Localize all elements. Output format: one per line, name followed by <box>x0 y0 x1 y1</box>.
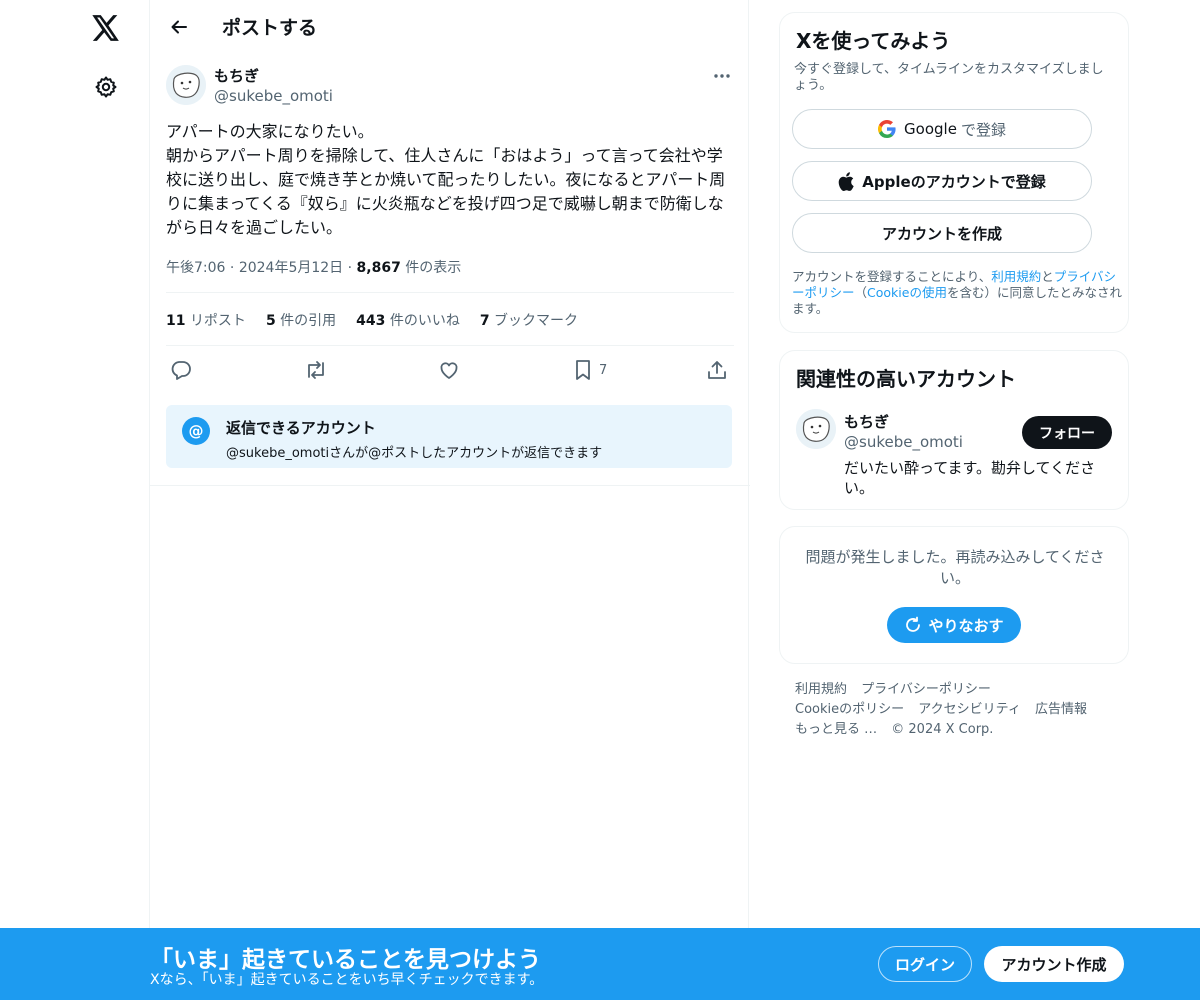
page-title: ポストする <box>222 17 318 39</box>
cookie-link[interactable]: Cookieの使用 <box>867 285 947 300</box>
bottom-bar-subtitle: Xなら、「いま」起きていることをいち早くチェックできます。 <box>150 972 544 988</box>
footer-ads-link[interactable]: 広告情報 <box>1035 702 1087 717</box>
follow-button[interactable]: フォロー <box>1022 416 1112 449</box>
footer-terms-link[interactable]: 利用規約 <box>795 682 847 697</box>
signup-card-subtitle: 今すぐ登録して、タイムラインをカスタマイズしましょう。 <box>794 62 1104 93</box>
arrow-left-icon <box>171 20 187 34</box>
reply-restriction-title: 返信できるアカウント <box>226 419 376 437</box>
terms-link[interactable]: 利用規約 <box>991 269 1041 284</box>
post-stats: 11 リポスト 5 件の引用 443 件のいいね 7 ブックマーク <box>166 310 578 330</box>
repost-icon <box>308 361 324 379</box>
reply-restriction-description: @sukebe_omotiさんが@ポストしたアカウントが返信できます <box>226 446 603 461</box>
reply-icon <box>171 361 191 380</box>
post-text: アパートの大家になりたい。 朝からアパート周りを掃除して、住人さんに「おはよう」… <box>166 122 726 237</box>
heart-icon <box>440 362 458 379</box>
bookmarks-stat[interactable]: 7 ブックマーク <box>480 310 578 330</box>
main-column: ポストする もちぎ @sukebe_omoti アパートの大家になりたい。 朝か… <box>149 0 750 1000</box>
error-message: 問題が発生しました。再読み込みしてください。 <box>805 548 1105 587</box>
apple-signup-button[interactable]: Appleのアカウントで登録 <box>792 161 1092 201</box>
copyright: © 2024 X Corp. <box>891 722 994 737</box>
post-time[interactable]: 午後7:06 <box>166 260 225 276</box>
apple-icon <box>838 171 854 191</box>
page-header: ポストする <box>150 0 750 53</box>
share-icon <box>708 361 726 379</box>
post-meta: 午後7:06 · 2024年5月12日 · 8,867 件の表示 <box>166 260 462 276</box>
author-name[interactable]: もちぎ <box>214 65 259 86</box>
quotes-stat[interactable]: 5 件の引用 <box>266 310 336 330</box>
signup-legal-text: アカウントを登録することにより、利用規約とプライバシーポリシー（Cookieの使… <box>792 269 1122 316</box>
x-logo-icon[interactable] <box>86 8 126 48</box>
divider <box>166 345 734 346</box>
divider <box>166 292 734 293</box>
views-label: 件の表示 <box>405 260 462 276</box>
author-handle[interactable]: @sukebe_omoti <box>214 87 333 105</box>
gear-icon[interactable] <box>86 67 126 107</box>
avatar[interactable] <box>166 65 206 105</box>
footer-accessibility-link[interactable]: アクセシビリティ <box>918 702 1021 717</box>
left-nav <box>0 0 150 1000</box>
retry-button[interactable]: やりなおす <box>887 607 1021 643</box>
related-account-handle[interactable]: @sukebe_omoti <box>844 433 963 451</box>
footer-privacy-link[interactable]: プライバシーポリシー <box>861 682 991 697</box>
related-account-bio: だいたい酔ってます。勘弁してください。 <box>844 459 1096 497</box>
back-button[interactable] <box>162 10 196 44</box>
views-count: 8,867 <box>356 260 401 276</box>
google-suffix-label: で登録 <box>960 120 1006 139</box>
share-button[interactable] <box>706 356 728 384</box>
bottom-signup-bar: 「いま」起きていることを見つけよう Xなら、「いま」起きていることをいち早くチェ… <box>0 928 1200 1000</box>
reply-restriction-notice: @ 返信できるアカウント @sukebe_omotiさんが@ポストしたアカウント… <box>166 405 732 468</box>
avatar[interactable] <box>796 409 836 449</box>
post-date[interactable]: 2024年5月12日 <box>239 260 343 276</box>
reposts-stat[interactable]: 11 リポスト <box>166 310 246 330</box>
footer-links: 利用規約 プライバシーポリシー Cookieのポリシー アクセシビリティ 広告情… <box>795 680 1115 740</box>
apple-signup-label: Appleのアカウントで登録 <box>862 172 1046 191</box>
footer-cookie-link[interactable]: Cookieのポリシー <box>795 702 904 717</box>
related-accounts-title: 関連性の高いアカウント <box>796 367 1016 391</box>
more-options-button[interactable] <box>708 64 736 88</box>
create-account-button[interactable]: アカウントを作成 <box>792 213 1092 253</box>
repost-button[interactable] <box>304 356 328 384</box>
signup-card-title: Xを使ってみよう <box>796 29 951 53</box>
retry-label: やりなおす <box>928 616 1004 635</box>
signup-card: Xを使ってみよう 今すぐ登録して、タイムラインをカスタマイズしましょう。 Goo… <box>779 12 1129 333</box>
more-icon <box>714 74 730 78</box>
bookmark-count: 7 <box>599 362 608 378</box>
divider <box>150 485 750 486</box>
bookmark-icon <box>576 360 590 380</box>
at-icon: @ <box>182 417 210 445</box>
signup-button[interactable]: アカウント作成 <box>984 946 1124 982</box>
google-brand-label: Google <box>904 120 957 138</box>
reply-button[interactable] <box>170 356 192 384</box>
error-card: 問題が発生しました。再読み込みしてください。 やりなおす <box>779 526 1129 664</box>
bookmark-button[interactable]: 7 <box>573 356 607 384</box>
related-accounts-card: 関連性の高いアカウント もちぎ @sukebe_omoti だいたい酔ってます。… <box>779 350 1129 510</box>
related-account-name[interactable]: もちぎ <box>844 411 889 432</box>
like-button[interactable] <box>438 356 460 384</box>
login-button[interactable]: ログイン <box>878 946 972 982</box>
create-account-label: アカウントを作成 <box>881 224 1002 243</box>
likes-stat[interactable]: 443 件のいいね <box>356 310 460 330</box>
google-icon <box>878 120 896 138</box>
refresh-icon <box>906 616 921 632</box>
footer-more-link[interactable]: もっと見る … <box>795 722 877 737</box>
google-signup-button[interactable]: Google で登録 <box>792 109 1092 149</box>
